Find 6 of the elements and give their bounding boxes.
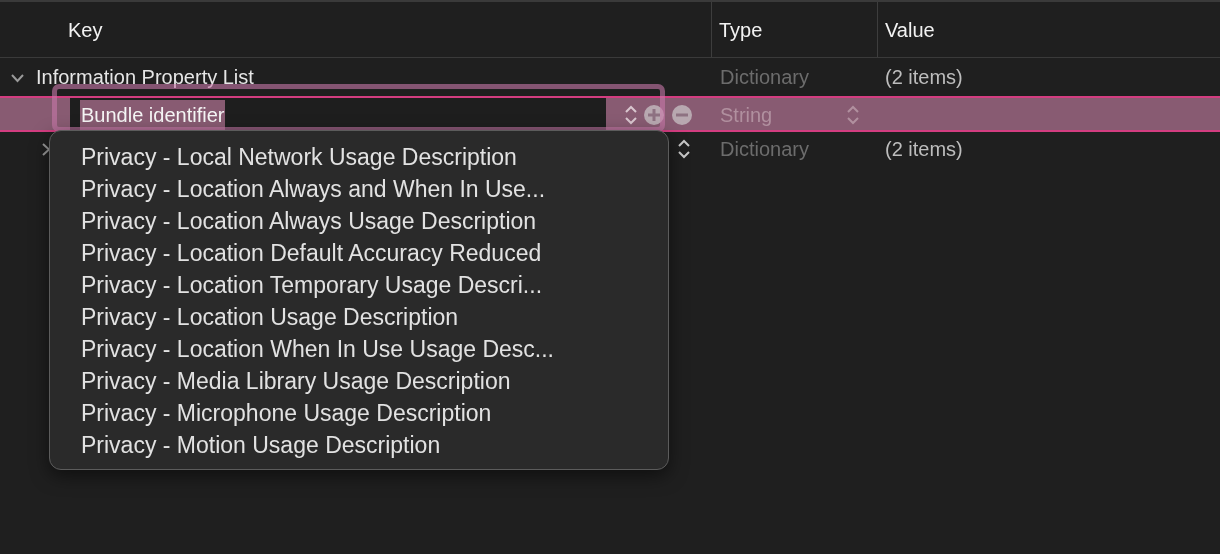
selected-text: Bundle identifier	[80, 100, 226, 130]
type-label: Dictionary	[720, 137, 809, 162]
value-label: (2 items)	[885, 137, 963, 162]
value-label: (2 items)	[885, 65, 963, 90]
key-label: Information Property List	[36, 65, 254, 90]
type-label: Dictionary	[720, 65, 809, 90]
